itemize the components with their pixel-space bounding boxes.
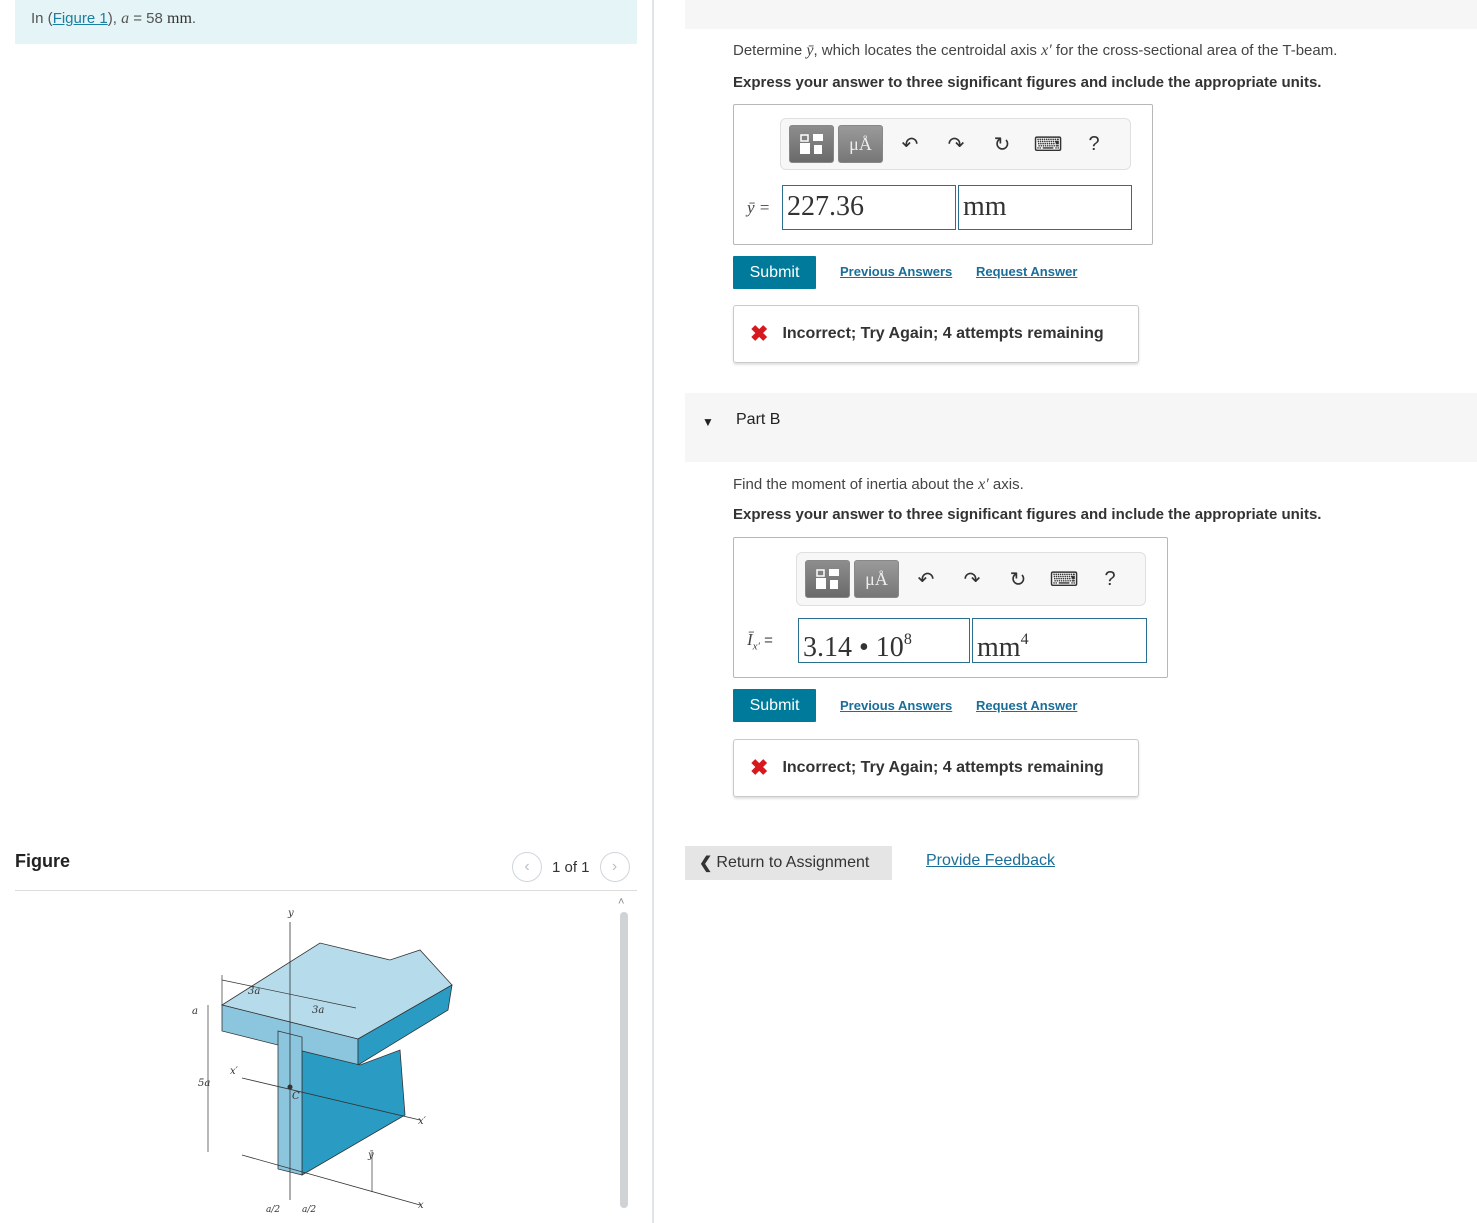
part-b-value-input[interactable]: 3.14 • 108 (798, 618, 970, 663)
intro-var: a (121, 10, 130, 27)
part-b-question: Find the moment of inertia about the x′ … (733, 476, 1024, 494)
part-a-previous-answers-link[interactable]: Previous Answers (840, 264, 952, 279)
part-b-units-input[interactable]: mm4 (972, 618, 1147, 663)
label-x: x (418, 1200, 424, 1211)
incorrect-x-icon: ✖ (750, 755, 769, 780)
units-label: μÅ (865, 568, 888, 589)
intro-unit: mm (167, 10, 192, 27)
redo-icon[interactable]: ↷ (933, 132, 979, 157)
part-b-instruction: Express your answer to three significant… (733, 506, 1322, 523)
provide-feedback-link[interactable]: Provide Feedback (926, 852, 1055, 870)
problem-intro: In (Figure 1), a = 58 mm. (15, 0, 637, 44)
keyboard-icon[interactable]: ⌨ (1025, 132, 1071, 157)
part-b-feedback: ✖ Incorrect; Try Again; 4 attempts remai… (733, 739, 1139, 797)
label-3a-right: 3a (312, 1005, 324, 1016)
label-a-over-2-left: a/2 (266, 1205, 280, 1215)
question-text: Determine (733, 42, 807, 59)
intro-text: ), (107, 10, 122, 27)
question-math: x′ (978, 476, 989, 493)
intro-text: . (191, 10, 197, 27)
prev-figure-button[interactable]: ‹ (512, 852, 542, 882)
part-b-request-answer-link[interactable]: Request Answer (976, 698, 1077, 713)
part-a-value-input[interactable]: 227.36 (782, 185, 956, 230)
feedback-text: Incorrect; Try Again; 4 attempts remaini… (782, 325, 1104, 342)
part-a-question: Determine ȳ, which locates the centroida… (733, 42, 1337, 60)
help-icon[interactable]: ? (1071, 133, 1117, 156)
eq-equals: = (759, 632, 773, 649)
intro-text: In ( (31, 10, 53, 27)
chevron-right-icon: › (611, 858, 618, 875)
units-button[interactable]: μÅ (854, 560, 899, 598)
part-a-math-toolbar: μÅ ↶ ↷ ↻ ⌨ ? (780, 118, 1131, 170)
intro-text: = 58 (129, 10, 168, 27)
pane-divider[interactable] (652, 0, 654, 1223)
return-to-assignment-button[interactable]: ❮ Return to Assignment (685, 846, 892, 880)
figure-pagination: ‹ 1 of 1 › (512, 852, 630, 882)
figure-scrollbar[interactable] (620, 912, 628, 1208)
undo-icon[interactable]: ↶ (887, 132, 933, 157)
label-5a: 5a (198, 1078, 210, 1089)
templates-icon (815, 569, 839, 589)
templates-button[interactable] (789, 125, 834, 163)
part-a-header-band (685, 0, 1477, 29)
label-c: C (292, 1091, 300, 1102)
t-beam-figure: y 3a 3a a 5a x′ C x′ ȳ x a/2 a/2 (192, 908, 453, 1215)
figure-link[interactable]: Figure 1 (53, 10, 108, 27)
templates-button[interactable] (805, 560, 850, 598)
label-y-bar: ȳ (367, 1150, 374, 1161)
label-a: a (192, 1006, 198, 1017)
label-x-prime-right: x′ (418, 1116, 427, 1127)
left-pane: In (Figure 1), a = 58 mm. Figure ‹ 1 of … (0, 0, 652, 1223)
help-icon[interactable]: ? (1087, 568, 1133, 591)
keyboard-icon[interactable]: ⌨ (1041, 567, 1087, 592)
question-text: for the cross-sectional area of the T-be… (1051, 42, 1338, 59)
part-a-instruction: Express your answer to three significant… (733, 74, 1322, 91)
question-text: axis. (988, 476, 1024, 493)
units-button[interactable]: μÅ (838, 125, 883, 163)
part-a-request-answer-link[interactable]: Request Answer (976, 264, 1077, 279)
label-y: y (287, 908, 294, 919)
units-label: μÅ (849, 133, 872, 154)
figure-title: Figure (15, 851, 71, 871)
question-math: x′ (1041, 42, 1052, 59)
undo-icon[interactable]: ↶ (903, 567, 949, 592)
question-text: , which locates the centroidal axis (813, 42, 1042, 59)
feedback-text: Incorrect; Try Again; 4 attempts remaini… (782, 759, 1104, 776)
question-text: Find the moment of inertia about the (733, 476, 979, 493)
part-b-header[interactable] (685, 393, 1477, 462)
part-a-submit-button[interactable]: Submit (733, 256, 816, 289)
units-exponent: 4 (1020, 631, 1029, 648)
label-x-prime-left: x′ (230, 1066, 239, 1077)
part-b-previous-answers-link[interactable]: Previous Answers (840, 698, 952, 713)
centroid-point (287, 1084, 293, 1090)
eq-subscript: x′ (752, 640, 760, 653)
part-b-eq-label: Īx′ = (747, 630, 773, 652)
reset-icon[interactable]: ↻ (995, 567, 1041, 592)
reset-icon[interactable]: ↻ (979, 132, 1025, 157)
part-b-submit-button[interactable]: Submit (733, 689, 816, 722)
part-a-eq-label: ȳ = (747, 198, 771, 217)
return-label: Return to Assignment (716, 854, 870, 871)
templates-icon (799, 134, 823, 154)
part-b-math-toolbar: μÅ ↶ ↷ ↻ ⌨ ? (796, 552, 1146, 606)
figure-divider (15, 890, 637, 891)
scroll-up-icon[interactable]: ˄ (618, 896, 624, 908)
next-figure-button[interactable]: › (599, 852, 630, 882)
label-a-over-2-right: a/2 (302, 1205, 316, 1215)
redo-icon[interactable]: ↷ (949, 567, 995, 592)
value-exponent: 8 (903, 631, 912, 648)
chevron-left-icon: ‹ (524, 858, 530, 875)
x-axis (241, 1154, 421, 1206)
caret-down-icon[interactable]: ▼ (702, 415, 714, 429)
part-a-feedback: ✖ Incorrect; Try Again; 4 attempts remai… (733, 305, 1139, 363)
incorrect-x-icon: ✖ (750, 321, 769, 346)
part-a-units-input[interactable]: mm (958, 185, 1132, 230)
part-b-title[interactable]: Part B (736, 411, 780, 429)
value-mantissa: 3.14 • 10 (803, 632, 904, 663)
chevron-left-icon: ❮ (699, 855, 713, 872)
figure-page-count: 1 of 1 (552, 858, 590, 876)
units-text: mm (977, 632, 1021, 663)
label-3a-left: 3a (248, 986, 260, 997)
